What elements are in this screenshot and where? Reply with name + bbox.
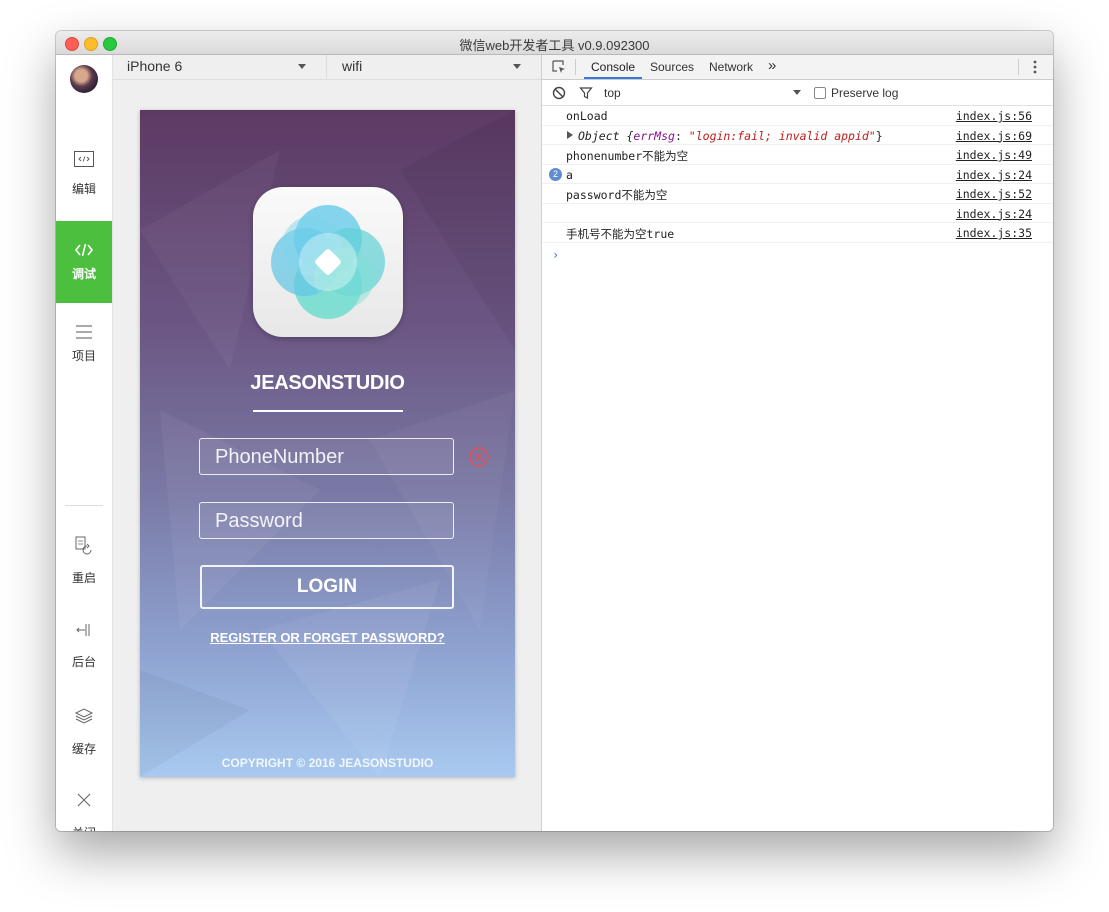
sidebar-item-restart[interactable]: 重启 <box>56 525 112 607</box>
network-select-value: wifi <box>342 58 363 74</box>
console-row: onLoad index.js:56 <box>542 106 1053 126</box>
console-message: a <box>566 167 573 182</box>
more-tabs-icon[interactable]: » <box>768 57 776 74</box>
flower-logo-icon <box>271 205 385 319</box>
simulator-viewport: JEASONSTUDIO PhoneNumber Password LOGIN … <box>113 80 541 831</box>
expand-triangle-icon[interactable] <box>567 130 573 139</box>
clear-input-icon[interactable] <box>468 446 490 468</box>
sidebar-divider <box>65 505 103 506</box>
source-link[interactable]: index.js:24 <box>956 168 1032 182</box>
tab-sources[interactable]: Sources <box>650 60 694 74</box>
sidebar-item-label: 关闭 <box>56 824 112 831</box>
sidebar-item-debug[interactable]: 调试 <box>56 221 112 303</box>
chevron-down-icon <box>513 64 521 69</box>
clear-console-icon[interactable] <box>552 86 566 100</box>
preserve-log-label: Preserve log <box>831 86 899 100</box>
password-placeholder: Password <box>215 510 303 532</box>
console-message: phonenumber不能为空 <box>566 149 689 163</box>
phone-number-input[interactable]: PhoneNumber <box>199 438 454 475</box>
console-row: 2 a index.js:24 <box>542 165 1053 184</box>
simulator-toolbar: iPhone 6 wifi <box>113 55 541 80</box>
source-link[interactable]: index.js:24 <box>956 207 1032 221</box>
tab-separator <box>575 59 576 75</box>
close-icon <box>77 793 91 807</box>
sidebar-item-label: 调试 <box>71 267 96 281</box>
active-tab-indicator <box>584 77 642 79</box>
devtools-tabbar: Console Sources Network » <box>542 55 1053 80</box>
console-message: onLoad <box>566 109 608 123</box>
app-logo <box>253 187 403 337</box>
console-message: 手机号不能为空true <box>566 227 675 241</box>
sidebar-item-cache[interactable]: 缓存 <box>56 695 112 777</box>
debug-code-icon <box>74 243 94 257</box>
menu-lines-icon <box>76 325 92 339</box>
sidebar-item-edit[interactable]: 编辑 <box>56 140 112 222</box>
devtools-panel: Console Sources Network » top Preserve l… <box>541 55 1053 831</box>
brand-divider <box>253 410 403 412</box>
avatar[interactable] <box>70 65 98 93</box>
context-select-value[interactable]: top <box>604 86 621 100</box>
restart-icon <box>75 536 92 555</box>
repeat-count-badge: 2 <box>549 167 562 181</box>
device-select-value: iPhone 6 <box>127 58 183 74</box>
sidebar-item-label: 编辑 <box>71 182 96 196</box>
password-input[interactable]: Password <box>199 502 454 539</box>
phone-number-placeholder: PhoneNumber <box>215 446 344 468</box>
register-link[interactable]: REGISTER OR FORGET PASSWORD? <box>140 630 515 645</box>
sidebar: 编辑 调试 项目 重启 后台 缓存 <box>56 55 113 831</box>
console-prompt-row[interactable]: › <box>542 243 1053 265</box>
source-link[interactable]: index.js:35 <box>956 226 1032 240</box>
sidebar-item-label: 后台 <box>71 655 96 669</box>
chevron-down-icon[interactable] <box>793 90 801 95</box>
code-box-icon <box>74 151 94 167</box>
window-title: 微信web开发者工具 v0.9.092300 <box>459 38 650 53</box>
console-object[interactable]: Object {errMsg: "login:fail; invalid app… <box>578 129 883 143</box>
phone-screen: JEASONSTUDIO PhoneNumber Password LOGIN … <box>140 110 515 777</box>
console-row: phonenumber不能为空 index.js:49 <box>542 145 1053 165</box>
toolbar-separator <box>1018 59 1019 75</box>
sidebar-item-label: 项目 <box>71 349 96 363</box>
device-select[interactable]: iPhone 6 <box>113 55 327 79</box>
console-row: Object {errMsg: "login:fail; invalid app… <box>542 126 1053 145</box>
sidebar-item-label: 缓存 <box>71 742 96 756</box>
source-link[interactable]: index.js:56 <box>956 109 1032 123</box>
console-message: password不能为空 <box>566 188 668 202</box>
layers-icon <box>74 708 94 724</box>
console-filter-bar: top Preserve log <box>542 80 1053 106</box>
preserve-log-checkbox[interactable] <box>814 87 826 99</box>
console-row: password不能为空 index.js:52 <box>542 184 1053 204</box>
filter-icon[interactable] <box>579 86 593 100</box>
tab-network[interactable]: Network <box>709 60 753 74</box>
sidebar-item-project[interactable]: 项目 <box>56 303 112 385</box>
inspect-element-icon[interactable] <box>551 59 567 75</box>
network-select[interactable]: wifi <box>327 55 541 79</box>
source-link[interactable]: index.js:69 <box>956 129 1032 143</box>
console-output: onLoad index.js:56 Object {errMsg: "logi… <box>542 106 1053 265</box>
source-link[interactable]: index.js:52 <box>956 187 1032 201</box>
login-button[interactable]: LOGIN <box>200 565 454 609</box>
title-bar: 微信web开发者工具 v0.9.092300 <box>56 31 1053 55</box>
sidebar-item-label: 重启 <box>71 571 96 585</box>
app-window: 微信web开发者工具 v0.9.092300 编辑 调试 项目 重启 后台 缓存… <box>56 31 1053 831</box>
console-prompt-icon: › <box>552 247 560 262</box>
source-link[interactable]: index.js:49 <box>956 148 1032 162</box>
chevron-down-icon <box>298 64 306 69</box>
tab-console[interactable]: Console <box>591 60 635 74</box>
kebab-menu-icon[interactable] <box>1032 59 1038 75</box>
console-row: 手机号不能为空true index.js:35 <box>542 223 1053 243</box>
brand-title: JEASONSTUDIO <box>250 372 405 394</box>
copyright-text: COPYRIGHT © 2016 JEASONSTUDIO <box>221 756 434 770</box>
console-row: index.js:24 <box>542 204 1053 223</box>
background-icon <box>76 624 90 636</box>
sidebar-item-background[interactable]: 后台 <box>56 609 112 691</box>
sidebar-item-close[interactable]: 关闭 <box>56 779 112 831</box>
